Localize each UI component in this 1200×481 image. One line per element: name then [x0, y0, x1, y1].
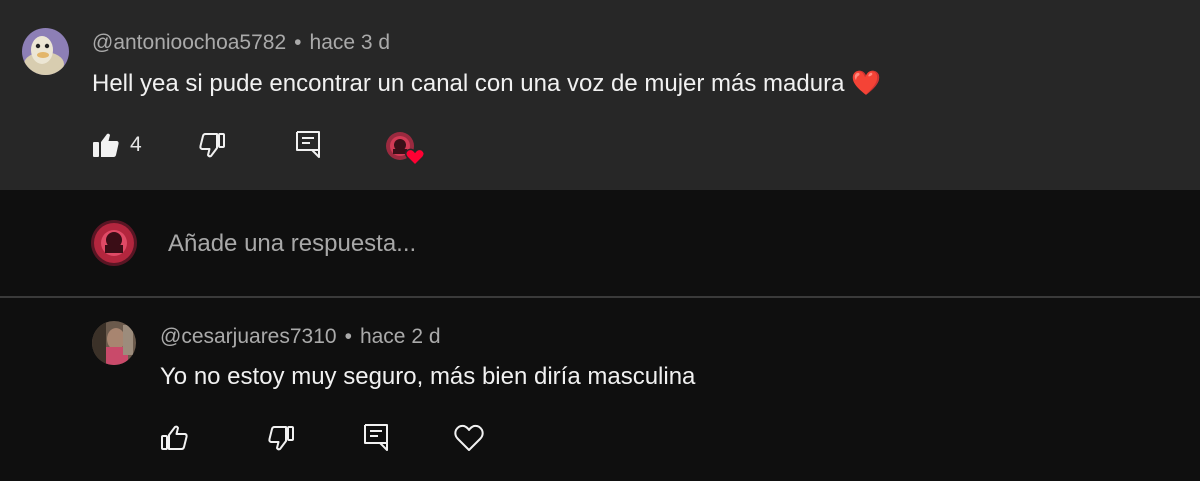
reply-divider	[0, 296, 1200, 298]
reply-like-button[interactable]	[160, 425, 188, 451]
comment-text: Hell yea si pude encontrar un canal con …	[92, 70, 845, 97]
comment-time[interactable]: hace 3 d	[310, 31, 391, 54]
comment-author[interactable]: @antonioochoa5782	[92, 31, 286, 54]
user-avatar[interactable]	[91, 220, 137, 266]
reply-button[interactable]	[295, 130, 321, 160]
reply-icon	[295, 130, 321, 160]
heart-emoji: ❤️	[851, 70, 881, 97]
reply-dislike-button[interactable]	[267, 425, 295, 451]
reply-author[interactable]: @cesarjuares7310	[160, 325, 337, 348]
add-reply-input[interactable]: Añade una respuesta...	[168, 230, 416, 258]
comment-meta: @antonioochoa5782 • hace 3 d	[92, 31, 390, 55]
thumbs-down-icon	[198, 132, 226, 158]
reply-icon	[363, 423, 389, 453]
reply-meta: @cesarjuares7310 • hace 2 d	[160, 325, 441, 349]
thumbs-down-icon	[267, 425, 295, 451]
reply-heart-button[interactable]	[454, 424, 484, 452]
comment-text-row: Hell yea si pude encontrar un canal con …	[92, 69, 881, 98]
comment-avatar[interactable]	[22, 28, 69, 75]
thumbs-up-filled-icon	[92, 132, 120, 158]
meta-separator: •	[344, 325, 352, 348]
reply-reply-button[interactable]	[363, 423, 389, 453]
thumbs-up-icon	[160, 425, 188, 451]
like-button[interactable]: 4	[92, 132, 142, 158]
meta-separator: •	[294, 31, 302, 54]
heart-outline-icon	[454, 424, 484, 452]
creator-heart-badge[interactable]	[384, 129, 426, 167]
reply-avatar[interactable]	[92, 321, 136, 365]
reply-time[interactable]: hace 2 d	[360, 325, 441, 348]
like-count: 4	[130, 133, 142, 156]
reply-text: Yo no estoy muy seguro, más bien diría m…	[160, 363, 696, 390]
dislike-button[interactable]	[198, 132, 226, 158]
